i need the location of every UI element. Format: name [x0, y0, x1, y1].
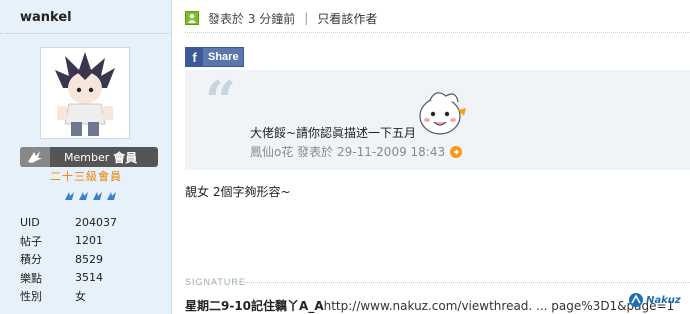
watermark-text: Nakuz	[646, 294, 681, 306]
facebook-share-button[interactable]: f Share	[185, 47, 244, 67]
stat-row-posts: 帖子 1201	[20, 232, 160, 251]
quote-block: “ 大佬餒~請你認眞描述一下五月 鳳仙o花 發表於 29-11-2009 18:…	[185, 70, 690, 170]
quote-meta: 鳳仙o花 發表於 29-11-2009 18:43	[250, 143, 463, 160]
rank-stars	[64, 191, 118, 201]
post-content: 靚女 2個字夠形容~	[185, 185, 291, 199]
rank-star-icon	[107, 192, 116, 200]
view-author-only-link[interactable]: 只看該作者	[317, 10, 377, 27]
share-label: Share	[208, 51, 239, 63]
rank-star-icon	[93, 192, 102, 200]
quote-emoticon-image	[416, 86, 468, 138]
site-logo-icon	[20, 147, 50, 167]
nakuz-logo-icon	[629, 293, 643, 307]
quote-mark-icon: “	[205, 69, 237, 133]
member-label-cn: 會員	[113, 150, 138, 165]
go-to-post-icon[interactable]	[450, 145, 463, 158]
stat-value: 8529	[75, 252, 103, 266]
signature-label: SIGNATURE	[185, 277, 246, 287]
facebook-icon: f	[186, 48, 203, 66]
stat-label: 帖子	[20, 234, 42, 248]
member-rank-badge: Member 會員	[20, 147, 158, 167]
divider	[245, 282, 690, 283]
online-user-icon	[185, 11, 199, 25]
site-watermark: Nakuz	[628, 289, 688, 311]
user-level: 二十三級會員	[50, 170, 122, 183]
stat-label: 性別	[20, 290, 42, 304]
stat-value: 3514	[75, 271, 103, 285]
stat-value: 女	[75, 290, 86, 304]
user-stats: UID 204037 帖子 1201 積分 8529 樂點 3514 性別 女	[20, 213, 160, 306]
divider	[185, 32, 690, 33]
quote-author-date: 鳳仙o花 發表於 29-11-2009 18:43	[250, 145, 446, 159]
stat-row-uid: UID 204037	[20, 213, 160, 232]
stat-value: 204037	[75, 215, 117, 229]
separator: |	[304, 11, 309, 25]
post-header: 發表於 3 分鐘前 | 只看該作者	[185, 9, 377, 27]
rank-star-icon	[65, 192, 74, 200]
stat-label: 積分	[20, 253, 42, 267]
member-label: Member	[64, 150, 110, 164]
signature-link[interactable]: http://www.nakuz.com/viewthread. ... pag…	[324, 299, 675, 313]
anime-avatar-image	[55, 52, 115, 136]
username[interactable]: wankel	[20, 10, 72, 25]
post-time: 發表於 3 分鐘前	[208, 11, 296, 26]
quote-text: 大佬餒~請你認眞描述一下五月	[250, 126, 417, 140]
avatar[interactable]	[40, 47, 130, 139]
signature: 星期二9-10記住黐丫A_Ahttp://www.nakuz.com/viewt…	[185, 297, 690, 314]
signature-text: 星期二9-10記住黐丫A_A	[185, 299, 324, 313]
stat-row-credits: 樂點 3514	[20, 269, 160, 288]
stat-label: 樂點	[20, 271, 42, 285]
stat-row-points: 積分 8529	[20, 250, 160, 269]
rank-star-icon	[79, 192, 88, 200]
stat-label: UID	[20, 215, 40, 229]
stat-value: 1201	[75, 234, 103, 248]
user-sidebar: wankel Member 會員 二十三級會員 UID 204037 帖子 12…	[0, 0, 172, 314]
divider	[0, 33, 172, 34]
stat-row-gender: 性別 女	[20, 287, 160, 306]
